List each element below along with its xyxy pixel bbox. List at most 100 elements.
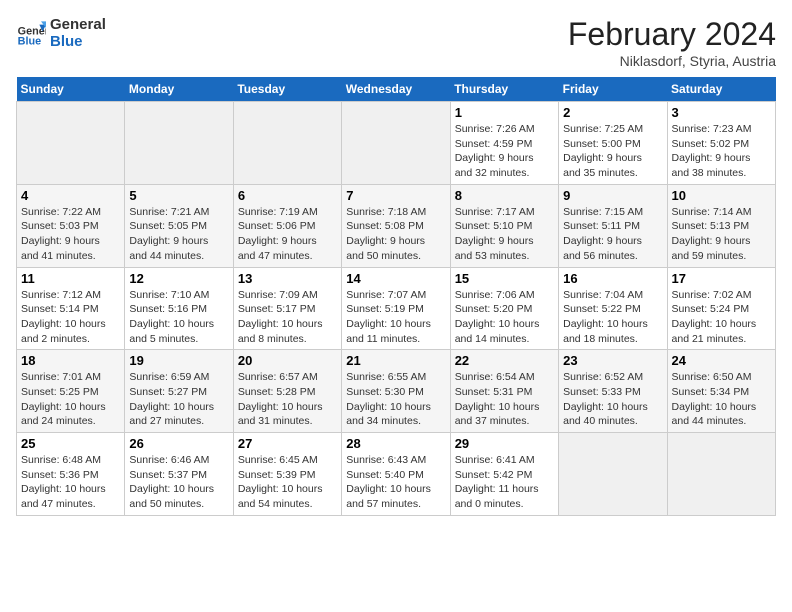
header-saturday: Saturday (667, 77, 775, 102)
logo-text-line2: Blue (50, 33, 106, 50)
day-info: Sunrise: 7:23 AMSunset: 5:02 PMDaylight:… (672, 122, 771, 181)
calendar-cell (17, 102, 125, 185)
page-header: General Blue General Blue February 2024 … (16, 16, 776, 69)
calendar-cell: 12Sunrise: 7:10 AMSunset: 5:16 PMDayligh… (125, 267, 233, 350)
week-row-1: 1 Sunrise: 7:26 AMSunset: 4:59 PMDaylight… (17, 102, 776, 185)
logo-text-line1: General (50, 16, 106, 33)
day-number: 24 (672, 353, 771, 368)
day-number: 16 (563, 271, 662, 286)
calendar-cell (125, 102, 233, 185)
calendar-cell: 9 Sunrise: 7:15 AMSunset: 5:11 PMDaylight… (559, 184, 667, 267)
day-number: 13 (238, 271, 337, 286)
day-info: Sunrise: 7:15 AMSunset: 5:11 PMDaylight:… (563, 205, 662, 264)
day-number: 3 (672, 105, 771, 120)
calendar-cell (342, 102, 450, 185)
day-info: Sunrise: 6:57 AMSunset: 5:28 PMDaylight:… (238, 370, 337, 429)
day-number: 21 (346, 353, 445, 368)
calendar-cell: 15 Sunrise: 7:06 AMSunset: 5:20 PMDayligh… (450, 267, 558, 350)
day-number: 26 (129, 436, 228, 451)
calendar-cell: 27 Sunrise: 6:45 AMSunset: 5:39 PMDayligh… (233, 433, 341, 516)
day-info: Sunrise: 6:45 AMSunset: 5:39 PMDaylight:… (238, 453, 337, 512)
day-number: 11 (21, 271, 120, 286)
day-info: Sunrise: 7:06 AMSunset: 5:20 PMDaylight:… (455, 288, 554, 347)
calendar-cell: 28 Sunrise: 6:43 AMSunset: 5:40 PMDayligh… (342, 433, 450, 516)
day-info: Sunrise: 7:14 AMSunset: 5:13 PMDaylight:… (672, 205, 771, 264)
day-number: 28 (346, 436, 445, 451)
day-info: Sunrise: 7:21 AMSunset: 5:05 PMDaylight:… (129, 205, 228, 264)
day-info: Sunrise: 7:02 AMSunset: 5:24 PMDaylight:… (672, 288, 771, 347)
header-tuesday: Tuesday (233, 77, 341, 102)
calendar-cell: 7Sunrise: 7:18 AMSunset: 5:08 PMDaylight… (342, 184, 450, 267)
day-info: Sunrise: 7:19 AMSunset: 5:06 PMDaylight:… (238, 205, 337, 264)
logo: General Blue General Blue (16, 16, 106, 50)
day-info: Sunrise: 7:01 AMSunset: 5:25 PMDaylight:… (21, 370, 120, 429)
calendar-cell: 23 Sunrise: 6:52 AMSunset: 5:33 PMDayligh… (559, 350, 667, 433)
calendar-cell: 4Sunrise: 7:22 AMSunset: 5:03 PMDaylight… (17, 184, 125, 267)
svg-text:Blue: Blue (18, 36, 41, 48)
calendar-cell (559, 433, 667, 516)
day-info: Sunrise: 7:07 AMSunset: 5:19 PMDaylight:… (346, 288, 445, 347)
day-info: Sunrise: 6:43 AMSunset: 5:40 PMDaylight:… (346, 453, 445, 512)
week-row-4: 18 Sunrise: 7:01 AMSunset: 5:25 PMDayligh… (17, 350, 776, 433)
calendar-cell: 13 Sunrise: 7:09 AMSunset: 5:17 PMDayligh… (233, 267, 341, 350)
calendar-cell: 17 Sunrise: 7:02 AMSunset: 5:24 PMDayligh… (667, 267, 775, 350)
header-friday: Friday (559, 77, 667, 102)
month-title: February 2024 (568, 16, 776, 53)
day-info: Sunrise: 6:50 AMSunset: 5:34 PMDaylight:… (672, 370, 771, 429)
week-row-2: 4Sunrise: 7:22 AMSunset: 5:03 PMDaylight… (17, 184, 776, 267)
day-number: 25 (21, 436, 120, 451)
calendar-cell: 25 Sunrise: 6:48 AMSunset: 5:36 PMDayligh… (17, 433, 125, 516)
day-info: Sunrise: 6:59 AMSunset: 5:27 PMDaylight:… (129, 370, 228, 429)
day-number: 27 (238, 436, 337, 451)
calendar-cell: 21 Sunrise: 6:55 AMSunset: 5:30 PMDayligh… (342, 350, 450, 433)
day-number: 2 (563, 105, 662, 120)
day-number: 1 (455, 105, 554, 120)
calendar-cell: 19 Sunrise: 6:59 AMSunset: 5:27 PMDayligh… (125, 350, 233, 433)
day-number: 9 (563, 188, 662, 203)
calendar-cell: 1 Sunrise: 7:26 AMSunset: 4:59 PMDaylight… (450, 102, 558, 185)
day-number: 12 (129, 271, 228, 286)
calendar-cell: 10 Sunrise: 7:14 AMSunset: 5:13 PMDayligh… (667, 184, 775, 267)
calendar-cell: 29 Sunrise: 6:41 AMSunset: 5:42 PMDayligh… (450, 433, 558, 516)
day-number: 7 (346, 188, 445, 203)
day-number: 23 (563, 353, 662, 368)
day-info: Sunrise: 6:46 AMSunset: 5:37 PMDaylight:… (129, 453, 228, 512)
day-number: 19 (129, 353, 228, 368)
calendar-cell (233, 102, 341, 185)
logo-icon: General Blue (16, 18, 46, 48)
header-wednesday: Wednesday (342, 77, 450, 102)
header-sunday: Sunday (17, 77, 125, 102)
day-number: 17 (672, 271, 771, 286)
calendar-cell: 6Sunrise: 7:19 AMSunset: 5:06 PMDaylight… (233, 184, 341, 267)
week-row-3: 11Sunrise: 7:12 AMSunset: 5:14 PMDayligh… (17, 267, 776, 350)
day-info: Sunrise: 6:48 AMSunset: 5:36 PMDaylight:… (21, 453, 120, 512)
day-number: 18 (21, 353, 120, 368)
day-number: 5 (129, 188, 228, 203)
calendar-cell: 18 Sunrise: 7:01 AMSunset: 5:25 PMDayligh… (17, 350, 125, 433)
day-number: 20 (238, 353, 337, 368)
calendar-cell: 16 Sunrise: 7:04 AMSunset: 5:22 PMDayligh… (559, 267, 667, 350)
day-number: 29 (455, 436, 554, 451)
day-info: Sunrise: 6:41 AMSunset: 5:42 PMDaylight:… (455, 453, 554, 512)
day-number: 14 (346, 271, 445, 286)
day-info: Sunrise: 7:09 AMSunset: 5:17 PMDaylight:… (238, 288, 337, 347)
day-number: 10 (672, 188, 771, 203)
calendar-cell (667, 433, 775, 516)
day-info: Sunrise: 7:26 AMSunset: 4:59 PMDaylight:… (455, 122, 554, 181)
day-info: Sunrise: 6:54 AMSunset: 5:31 PMDaylight:… (455, 370, 554, 429)
calendar-cell: 20 Sunrise: 6:57 AMSunset: 5:28 PMDayligh… (233, 350, 341, 433)
day-info: Sunrise: 7:17 AMSunset: 5:10 PMDaylight:… (455, 205, 554, 264)
day-info: Sunrise: 7:25 AMSunset: 5:00 PMDaylight:… (563, 122, 662, 181)
day-number: 15 (455, 271, 554, 286)
calendar-cell: 11Sunrise: 7:12 AMSunset: 5:14 PMDayligh… (17, 267, 125, 350)
day-info: Sunrise: 6:55 AMSunset: 5:30 PMDaylight:… (346, 370, 445, 429)
header-thursday: Thursday (450, 77, 558, 102)
day-info: Sunrise: 7:04 AMSunset: 5:22 PMDaylight:… (563, 288, 662, 347)
calendar-cell: 24 Sunrise: 6:50 AMSunset: 5:34 PMDayligh… (667, 350, 775, 433)
day-info: Sunrise: 6:52 AMSunset: 5:33 PMDaylight:… (563, 370, 662, 429)
calendar-cell: 2 Sunrise: 7:25 AMSunset: 5:00 PMDaylight… (559, 102, 667, 185)
calendar-cell: 5 Sunrise: 7:21 AMSunset: 5:05 PMDaylight… (125, 184, 233, 267)
calendar-cell: 8 Sunrise: 7:17 AMSunset: 5:10 PMDaylight… (450, 184, 558, 267)
day-number: 8 (455, 188, 554, 203)
header-monday: Monday (125, 77, 233, 102)
